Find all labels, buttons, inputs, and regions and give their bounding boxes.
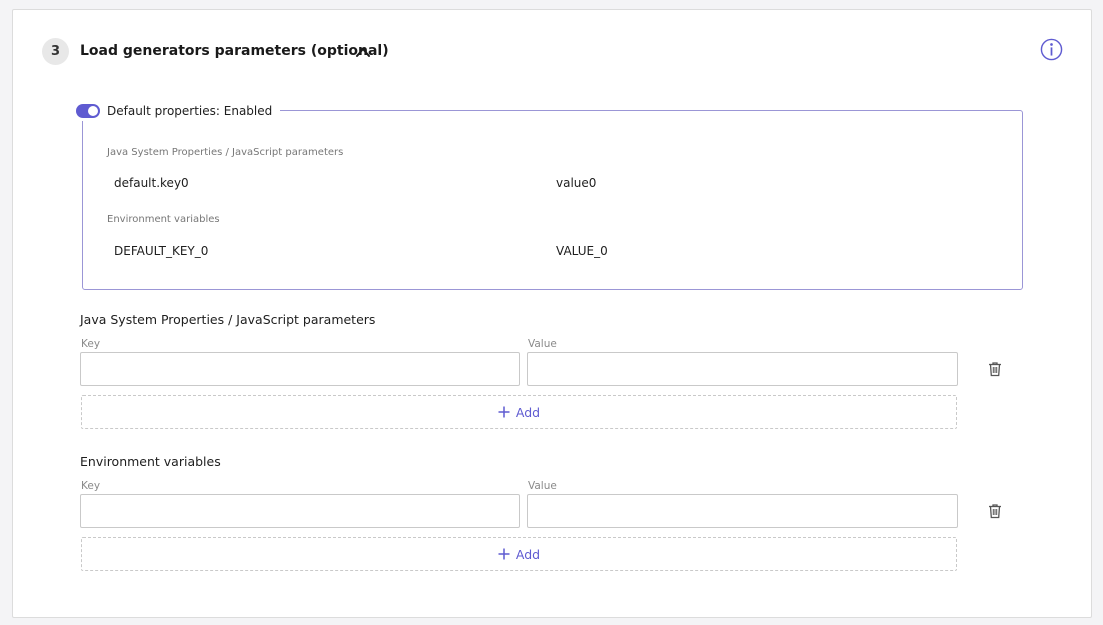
- trash-icon[interactable]: [987, 361, 1003, 377]
- default-properties-toggle[interactable]: [76, 104, 100, 118]
- java-key-label: Key: [81, 338, 101, 350]
- java-params-title: Java System Properties / JavaScript para…: [80, 312, 376, 327]
- env-add-button[interactable]: Add: [81, 537, 957, 571]
- default-properties-label: Default properties: Enabled: [107, 104, 273, 118]
- defaults-java-caption: Java System Properties / JavaScript para…: [107, 147, 344, 158]
- info-icon[interactable]: [1040, 38, 1063, 61]
- defaults-java-key: default.key0: [114, 176, 189, 190]
- plus-icon: [498, 406, 510, 418]
- section-title: Load generators parameters (optional): [80, 43, 389, 59]
- chevron-up-icon[interactable]: [354, 44, 372, 60]
- defaults-env-value: VALUE_0: [556, 244, 608, 258]
- env-key-label: Key: [81, 480, 101, 492]
- java-value-input[interactable]: [527, 352, 958, 386]
- env-key-input[interactable]: [80, 494, 520, 528]
- defaults-env-key: DEFAULT_KEY_0: [114, 244, 209, 258]
- env-add-label: Add: [515, 546, 541, 562]
- env-value-input[interactable]: [527, 494, 958, 528]
- env-value-label: Value: [528, 480, 557, 492]
- defaults-env-caption: Environment variables: [107, 214, 220, 225]
- env-vars-title: Environment variables: [80, 454, 221, 469]
- java-add-label: Add: [515, 404, 541, 420]
- trash-icon[interactable]: [987, 503, 1003, 519]
- java-key-input[interactable]: [80, 352, 520, 386]
- java-add-button[interactable]: Add: [81, 395, 957, 429]
- default-properties-panel: [82, 110, 1023, 290]
- java-value-label: Value: [528, 338, 557, 350]
- defaults-java-value: value0: [556, 176, 597, 190]
- plus-icon: [498, 548, 510, 560]
- default-properties-toggle-group: Default properties: Enabled: [72, 101, 281, 121]
- step-number-badge: 3: [42, 38, 69, 65]
